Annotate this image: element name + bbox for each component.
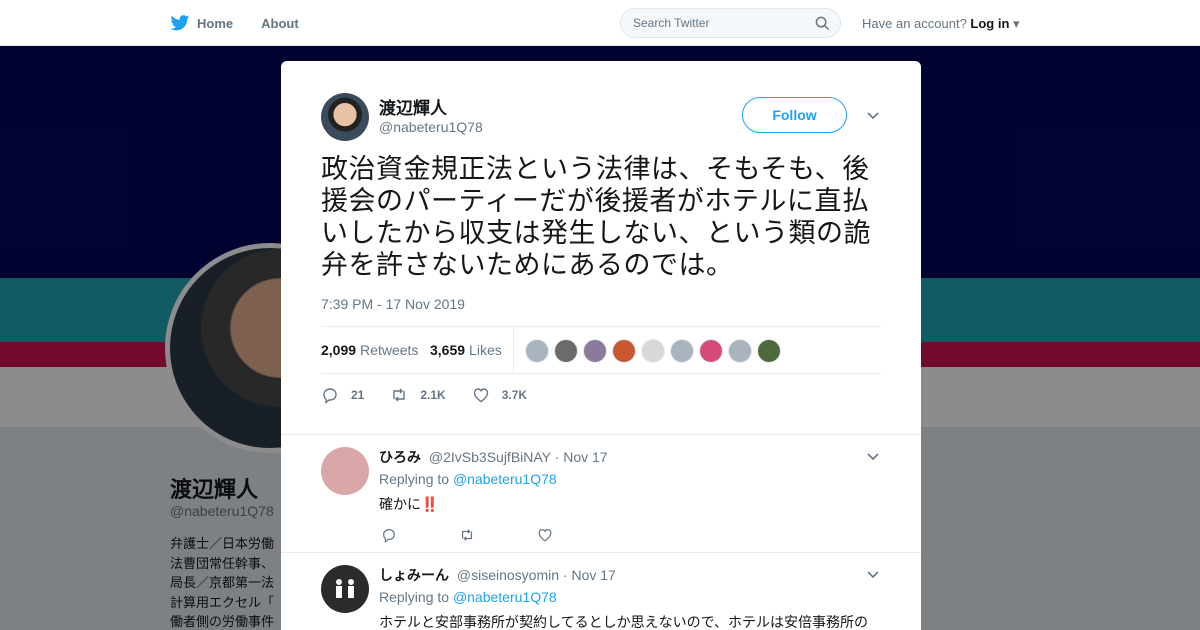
reply-avatar[interactable] (321, 447, 369, 495)
like-action[interactable]: 3.7K (472, 386, 527, 404)
reply-actions (381, 527, 553, 543)
login-link[interactable]: Log in (970, 16, 1009, 31)
top-navigation-bar: Home About Search Twitter Have an accoun… (0, 0, 1200, 46)
reply-author-handle[interactable]: @2IvSb3SujfBiNAY (429, 449, 551, 465)
reply-author-name[interactable]: ひろみ (379, 449, 421, 465)
retweets-label: Retweets (360, 342, 419, 358)
chevron-down-icon[interactable] (867, 453, 879, 461)
reply-text: ホテルと安部事務所が契約してるとしか思えないので、ホテルは安倍事務所の (379, 614, 869, 630)
account-area: Have an account? Log in ▾ (862, 16, 1020, 32)
reply-context: Replying to @nabeteru1Q78 (379, 471, 557, 487)
reply-date[interactable]: · Nov 17 (555, 449, 608, 465)
retweet-action[interactable]: 2.1K (390, 386, 446, 404)
reply-context: Replying to @nabeteru1Q78 (379, 589, 557, 605)
liker-avatar[interactable] (757, 339, 781, 363)
reply-date[interactable]: · Nov 17 (563, 567, 616, 583)
retweets-count: 2,099 (321, 342, 357, 358)
chevron-down-icon[interactable] (867, 571, 879, 579)
double-exclamation-icon: ‼️ (421, 496, 439, 512)
reply-text: 確かに‼️ (379, 494, 438, 514)
retweet-icon[interactable] (459, 527, 475, 543)
retweet-count: 2.1K (420, 388, 446, 402)
reply-avatar[interactable] (321, 565, 369, 613)
reply-item[interactable]: ひろみ @2IvSb3SujfBiNAY · Nov 17 Replying t… (281, 434, 921, 552)
reply-item[interactable]: しょみーん @siseinosyomin · Nov 17 Replying t… (281, 552, 921, 630)
account-prompt: Have an account? (862, 16, 967, 31)
stats-divider (513, 327, 514, 373)
home-link[interactable]: Home (170, 15, 233, 31)
replying-prefix: Replying to (379, 471, 450, 487)
liker-avatar[interactable] (583, 339, 607, 363)
reply-header: しょみーん @siseinosyomin · Nov 17 (379, 565, 616, 585)
replying-to-link[interactable]: @nabeteru1Q78 (453, 589, 557, 605)
heart-icon[interactable] (537, 527, 553, 543)
replying-to-link[interactable]: @nabeteru1Q78 (453, 471, 557, 487)
close-icon[interactable] (1156, 13, 1176, 33)
search-placeholder: Search Twitter (633, 16, 710, 30)
like-count: 3.7K (501, 388, 528, 402)
tweet-author-handle[interactable]: @nabeteru1Q78 (379, 119, 483, 135)
tweet-timestamp[interactable]: 7:39 PM - 17 Nov 2019 (321, 296, 465, 312)
home-label: Home (197, 15, 234, 31)
liker-avatar[interactable] (525, 339, 549, 363)
likes-label: Likes (469, 342, 502, 358)
liker-avatar[interactable] (554, 339, 578, 363)
follow-button[interactable]: Follow (742, 97, 847, 133)
likes-count: 3,659 (430, 342, 466, 358)
people-icon (336, 579, 354, 598)
tweet-modal: 渡辺輝人 @nabeteru1Q78 Follow 政治資金規正法という法律は、… (281, 61, 921, 630)
heart-icon (473, 388, 488, 403)
chevron-down-icon[interactable]: ▾ (1013, 16, 1020, 31)
liker-avatars (525, 339, 781, 363)
twitter-bird-icon (170, 15, 190, 31)
liker-avatar[interactable] (728, 339, 752, 363)
chevron-down-icon[interactable] (867, 112, 879, 120)
reply-icon[interactable] (381, 527, 397, 543)
reply-action[interactable]: 21 (321, 386, 364, 404)
tweet-text: 政治資金規正法という法律は、そもそも、後援会のパーティーだが後援者がホテルに直払… (321, 154, 871, 280)
tweet-actions: 21 2.1K 3.7K (321, 385, 553, 405)
replying-prefix: Replying to (379, 589, 450, 605)
tweet-stats: 2,099 Retweets 3,659 Likes (321, 326, 881, 374)
tweet-author-name[interactable]: 渡辺輝人 (379, 94, 447, 119)
reply-body: 確かに (379, 496, 421, 512)
reply-count: 21 (351, 388, 365, 402)
nav-links: Home About (170, 0, 299, 46)
liker-avatar[interactable] (670, 339, 694, 363)
retweets-stat[interactable]: 2,099 Retweets (321, 342, 418, 358)
reply-author-handle[interactable]: @siseinosyomin (457, 567, 559, 583)
search-icon[interactable] (815, 16, 830, 31)
liker-avatar[interactable] (612, 339, 636, 363)
reply-header: ひろみ @2IvSb3SujfBiNAY · Nov 17 (379, 447, 608, 467)
liker-avatar[interactable] (641, 339, 665, 363)
reply-author-name[interactable]: しょみーん (379, 567, 449, 583)
about-link[interactable]: About (261, 16, 299, 31)
search-input[interactable]: Search Twitter (620, 8, 841, 38)
tweet-author-avatar[interactable] (321, 93, 369, 141)
likes-stat[interactable]: 3,659 Likes (430, 342, 502, 358)
reply-icon (323, 388, 337, 404)
retweet-icon (393, 388, 406, 402)
liker-avatar[interactable] (699, 339, 723, 363)
